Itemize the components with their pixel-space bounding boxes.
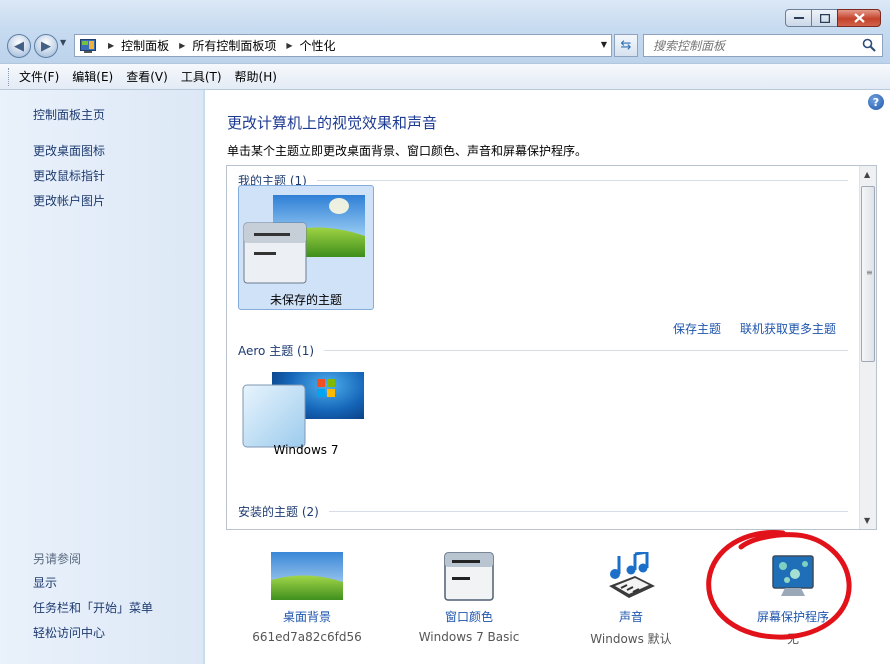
theme-tile-windows7[interactable]: Windows 7: [238, 372, 374, 497]
theme-list: 我的主题 (1) 未保存的主题 保存主题 联机获取更多主题 Aero 主题 (1…: [226, 165, 877, 530]
back-arrow-icon: ◀: [14, 38, 24, 54]
menu-file[interactable]: 文件(F): [19, 68, 59, 85]
close-icon: [853, 13, 865, 23]
window-color-item[interactable]: 窗口颜色 Windows 7 Basic: [389, 552, 549, 656]
menu-tools[interactable]: 工具(T): [181, 68, 222, 85]
sound-label[interactable]: 声音: [551, 608, 711, 625]
menu-view[interactable]: 查看(V): [126, 68, 168, 85]
address-bar[interactable]: ▶ 控制面板 ▶ 所有控制面板项 ▶ 个性化 ▼: [74, 34, 612, 57]
divider: [328, 511, 848, 512]
search-box[interactable]: [643, 34, 883, 57]
forward-button[interactable]: ▶: [34, 34, 58, 58]
menu-help[interactable]: 帮助(H): [235, 68, 277, 85]
group-header-installed-themes: 安装的主题 (2): [238, 503, 848, 520]
theme-preview-windows7: [242, 372, 364, 448]
desktop-background-value: 661ed7a82c6fd56: [252, 630, 362, 644]
window-color-label[interactable]: 窗口颜色: [389, 608, 549, 625]
get-more-themes-link[interactable]: 联机获取更多主题: [740, 320, 836, 337]
breadcrumb-arrow-icon[interactable]: ▶: [286, 41, 292, 50]
desktop-background-icon: [271, 552, 343, 600]
scroll-thumb[interactable]: ≡: [861, 186, 875, 362]
toolbar-grip: [8, 67, 11, 86]
sidebar-item-desktop-icons[interactable]: 更改桌面图标: [33, 142, 105, 159]
see-also-ease-of-access[interactable]: 轻松访问中心: [33, 624, 105, 641]
theme-tile-unsaved[interactable]: 未保存的主题: [238, 185, 374, 310]
minimize-button[interactable]: [785, 9, 811, 27]
menu-edit[interactable]: 编辑(E): [72, 68, 113, 85]
main-content: ? 更改计算机上的视觉效果和声音 单击某个主题立即更改桌面背景、窗口颜色、声音和…: [205, 90, 890, 664]
minimize-icon: [793, 17, 804, 19]
window-color-value: Windows 7 Basic: [418, 630, 520, 644]
screensaver-value: 无: [786, 632, 799, 646]
group-header-label: Aero 主题 (1): [238, 344, 315, 358]
control-panel-icon: [80, 38, 96, 53]
forward-arrow-icon: ▶: [41, 38, 51, 54]
sound-icon: [609, 552, 655, 598]
task-pane: 控制面板主页 更改桌面图标 更改鼠标指针 更改帐户图片 另请参阅 显示 任务栏和…: [0, 90, 204, 664]
back-button[interactable]: ◀: [7, 34, 31, 58]
see-also-display[interactable]: 显示: [33, 574, 57, 591]
breadcrumb-control-panel[interactable]: 控制面板: [121, 37, 169, 54]
window-titlebar: ◀ ▶ ▼ ▶ 控制面板 ▶ 所有控制面板项 ▶ 个性化 ▼ ⇆: [0, 0, 890, 63]
breadcrumb-arrow-icon[interactable]: ▶: [179, 41, 185, 50]
screensaver-label[interactable]: 屏幕保护程序: [713, 608, 873, 625]
theme-label: 未保存的主题: [269, 293, 342, 307]
breadcrumb-all-items[interactable]: 所有控制面板项: [192, 37, 276, 54]
recent-pages-dropdown-icon[interactable]: ▼: [60, 38, 66, 47]
desktop-background-label[interactable]: 桌面背景: [227, 608, 387, 625]
sound-item[interactable]: 声音 Windows 默认: [551, 552, 711, 656]
refresh-button[interactable]: ⇆: [614, 34, 638, 57]
divider: [324, 350, 848, 351]
sidebar-item-control-panel-home[interactable]: 控制面板主页: [33, 106, 105, 123]
group-header-label: 安装的主题 (2): [238, 505, 319, 519]
refresh-icon: ⇆: [620, 38, 632, 53]
divider: [316, 180, 848, 181]
screensaver-icon: [772, 555, 814, 596]
scroll-grip-icon: ≡: [866, 268, 873, 277]
breadcrumb-arrow-icon[interactable]: ▶: [108, 41, 114, 50]
see-also-taskbar[interactable]: 任务栏和「开始」菜单: [33, 599, 153, 616]
scroll-down-icon[interactable]: ▼: [864, 516, 870, 525]
search-input[interactable]: [644, 35, 844, 56]
window-color-icon: [444, 552, 494, 601]
search-icon[interactable]: [862, 38, 876, 52]
breadcrumb: ▶ 控制面板 ▶ 所有控制面板项 ▶ 个性化: [104, 37, 336, 54]
group-header-aero-themes: Aero 主题 (1): [238, 342, 848, 359]
address-dropdown-icon[interactable]: ▼: [601, 40, 607, 49]
sidebar-item-mouse-pointers[interactable]: 更改鼠标指针: [33, 167, 105, 184]
screensaver-item[interactable]: 屏幕保护程序 无: [713, 552, 873, 656]
page-description: 单击某个主题立即更改桌面背景、窗口颜色、声音和屏幕保护程序。: [227, 144, 588, 158]
desktop-background-item[interactable]: 桌面背景 661ed7a82c6fd56: [227, 552, 387, 656]
theme-list-scrollbar[interactable]: ▲ ≡ ▼: [859, 166, 876, 529]
theme-label: Windows 7: [273, 443, 339, 457]
see-also-heading: 另请参阅: [33, 552, 82, 566]
help-icon[interactable]: ?: [868, 94, 884, 110]
window-controls: [785, 9, 881, 27]
theme-preview-unsaved: [243, 195, 365, 284]
save-theme-link[interactable]: 保存主题: [673, 320, 721, 337]
sidebar-item-account-picture[interactable]: 更改帐户图片: [33, 192, 105, 209]
maximize-button[interactable]: [811, 9, 837, 27]
sound-value: Windows 默认: [590, 632, 672, 646]
close-button[interactable]: [837, 9, 881, 27]
scroll-up-icon[interactable]: ▲: [864, 170, 870, 179]
maximize-icon: [819, 13, 830, 23]
menu-bar: 文件(F) 编辑(E) 查看(V) 工具(T) 帮助(H): [0, 63, 890, 90]
breadcrumb-personalization[interactable]: 个性化: [300, 37, 336, 54]
page-title: 更改计算机上的视觉效果和声音: [227, 114, 438, 132]
